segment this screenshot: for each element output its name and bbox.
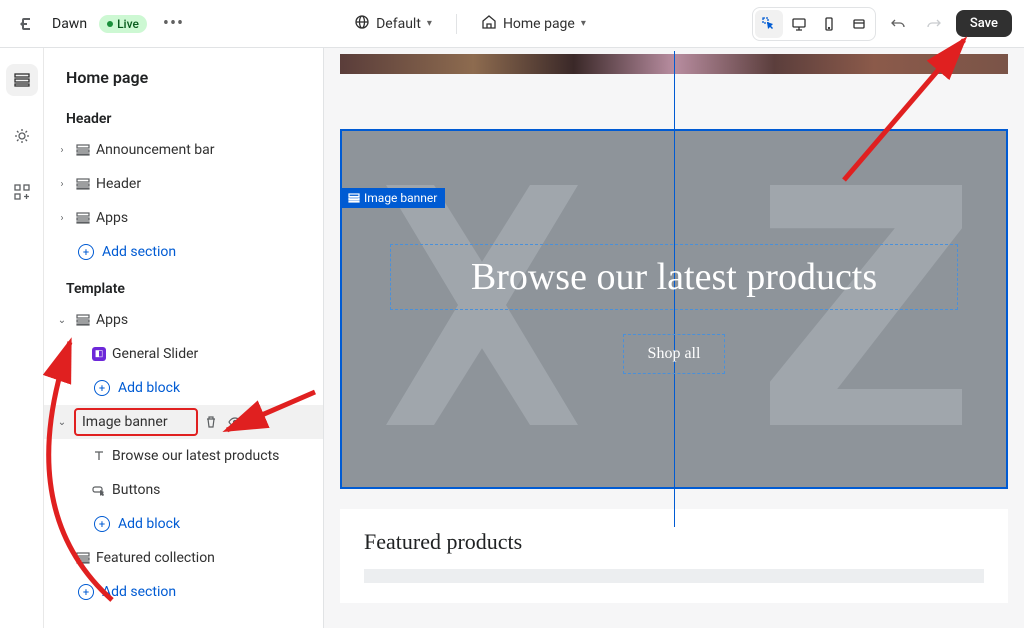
topbar-left: Dawn Live ••• xyxy=(12,10,188,38)
more-menu-button[interactable]: ••• xyxy=(159,13,188,34)
caret-right-icon: › xyxy=(54,210,70,226)
caret-down-icon: ⌄ xyxy=(54,312,70,328)
locale-selector[interactable]: Default ▾ xyxy=(354,14,432,34)
add-section-header[interactable]: + Add section xyxy=(44,235,323,269)
topbar-center: Default ▾ Home page ▾ xyxy=(196,14,744,34)
plus-circle-icon: + xyxy=(78,244,94,260)
back-button[interactable] xyxy=(12,10,40,38)
tree-item-label: General Slider xyxy=(112,346,313,362)
group-header-label: Header xyxy=(44,99,323,133)
annotation-arrow-save xyxy=(834,30,994,194)
tree-item-label: Apps xyxy=(96,210,313,226)
section-icon xyxy=(74,175,92,193)
home-icon xyxy=(481,14,497,34)
live-dot-icon xyxy=(107,21,113,27)
section-icon xyxy=(74,209,92,227)
banner-heading-block[interactable]: Browse our latest products xyxy=(390,244,958,310)
live-label: Live xyxy=(117,17,139,31)
app-embeds-tab[interactable] xyxy=(6,176,38,208)
chevron-down-icon: ▾ xyxy=(581,18,586,29)
tree-item-announcement-bar[interactable]: › Announcement bar xyxy=(44,133,323,167)
desktop-preview-button[interactable] xyxy=(785,10,813,38)
section-icon xyxy=(74,141,92,159)
section-icon xyxy=(74,311,92,329)
section-tag[interactable]: Image banner xyxy=(340,188,445,208)
tree-item-label: Announcement bar xyxy=(96,142,313,158)
inspector-button[interactable] xyxy=(755,10,783,38)
annotation-arrow-image-banner xyxy=(215,382,325,456)
tree-item-header[interactable]: › Header xyxy=(44,167,323,201)
live-badge: Live xyxy=(99,15,147,33)
banner-button-block[interactable]: Shop all xyxy=(623,334,726,374)
add-section-label: Add section xyxy=(102,244,176,260)
chevron-down-icon: ▾ xyxy=(427,18,432,29)
featured-title: Featured products xyxy=(364,529,984,555)
locale-label: Default xyxy=(376,16,421,32)
annotation-arrow-apps xyxy=(22,330,142,614)
page-selector[interactable]: Home page ▾ xyxy=(481,14,586,34)
caret-right-icon: › xyxy=(54,142,70,158)
divider xyxy=(456,14,457,34)
tree-item-label: Buttons xyxy=(112,482,313,498)
sections-tab[interactable] xyxy=(6,64,38,96)
caret-right-icon: › xyxy=(54,176,70,192)
group-template-label: Template xyxy=(44,269,323,303)
section-tag-label: Image banner xyxy=(364,191,437,205)
tree-item-header-apps[interactable]: › Apps xyxy=(44,201,323,235)
globe-icon xyxy=(354,14,370,34)
page-label: Home page xyxy=(503,16,575,32)
featured-placeholder xyxy=(364,569,984,583)
sidebar-title: Home page xyxy=(44,48,323,99)
theme-name: Dawn xyxy=(52,16,87,32)
theme-settings-tab[interactable] xyxy=(6,120,38,152)
tree-item-label: Apps xyxy=(96,312,313,328)
tree-item-label: Header xyxy=(96,176,313,192)
